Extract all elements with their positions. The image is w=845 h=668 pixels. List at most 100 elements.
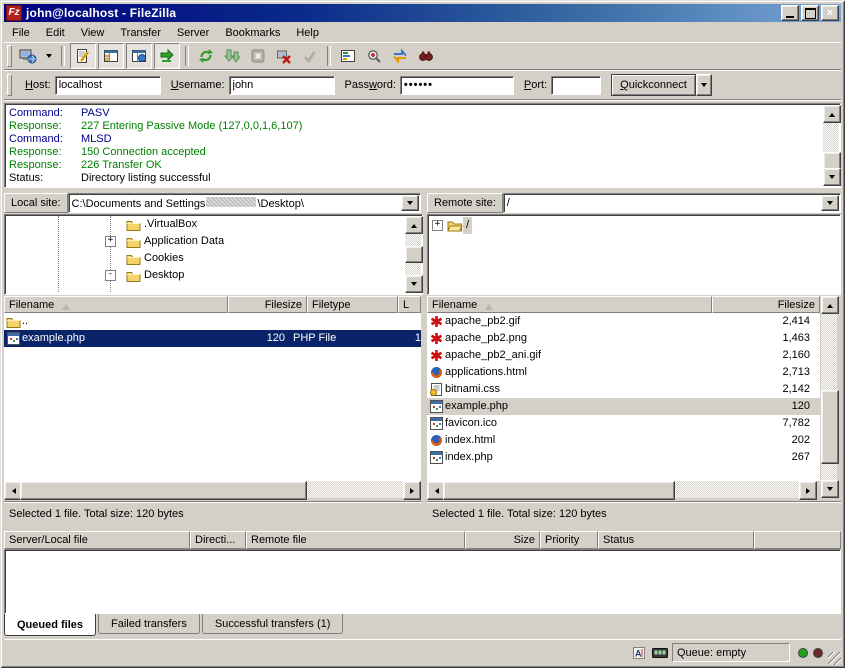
broken-image-icon [430, 315, 443, 328]
file-row-selected[interactable]: example.php 120 [427, 398, 820, 415]
column-header-filesize[interactable]: Filesize [228, 296, 307, 313]
maximize-button[interactable] [801, 5, 819, 21]
arrow-up-icon [411, 221, 417, 228]
folder-icon [6, 316, 21, 328]
file-row[interactable]: apache_pb2.png 1,463 [427, 330, 820, 347]
local-list-hscrollbar[interactable] [4, 481, 421, 498]
encoding-indicator-icon[interactable]: A [630, 645, 648, 661]
tree-item-desktop[interactable]: - Desktop [6, 267, 404, 284]
file-row[interactable]: bitnami.css 2,142 [427, 381, 820, 398]
app-icon[interactable]: Fz [6, 5, 22, 21]
scroll-right-button[interactable] [799, 481, 817, 500]
scroll-down-button[interactable] [823, 168, 841, 186]
column-header-direction[interactable]: Directi... [190, 531, 246, 549]
menu-view[interactable]: View [73, 25, 113, 41]
quickconnect-dropdown-button[interactable] [696, 74, 712, 96]
scroll-up-button[interactable] [823, 105, 841, 123]
column-header-filetype[interactable]: Filetype [307, 296, 398, 313]
column-header-status[interactable]: Status [598, 531, 754, 549]
status-bar: A Queue: empty [4, 639, 841, 665]
tree-item-virtualbox[interactable]: .VirtualBox [6, 216, 404, 233]
title-bar[interactable]: Fz john@localhost - FileZilla × [4, 4, 841, 22]
tab-failed-transfers[interactable]: Failed transfers [98, 614, 200, 634]
speed-limit-indicator-icon[interactable] [651, 645, 669, 661]
menu-bookmarks[interactable]: Bookmarks [217, 25, 288, 41]
scroll-thumb[interactable] [443, 481, 675, 500]
tree-item-application-data[interactable]: + Application Data [6, 233, 404, 250]
find-files-button[interactable] [414, 44, 438, 68]
site-manager-dropdown-button[interactable] [42, 44, 56, 68]
toolbar-grip[interactable] [7, 45, 12, 67]
menu-server[interactable]: Server [169, 25, 217, 41]
password-input[interactable] [400, 76, 514, 95]
quickconnect-grip[interactable] [7, 74, 12, 96]
remote-list-vscrollbar[interactable] [821, 296, 837, 498]
file-row[interactable]: applications.html 2,713 [427, 364, 820, 381]
scroll-up-button[interactable] [405, 216, 423, 234]
column-header-server-local-file[interactable]: Server/Local file [4, 531, 190, 549]
scroll-thumb[interactable] [405, 246, 423, 263]
tree-item-root[interactable]: + / [428, 217, 840, 234]
column-header-size[interactable]: Size [465, 531, 540, 549]
scroll-right-button[interactable] [403, 481, 421, 500]
disconnect-button[interactable] [272, 44, 296, 68]
file-row[interactable]: index.html 202 [427, 432, 820, 449]
column-header-remote-file[interactable]: Remote file [246, 531, 465, 549]
file-row[interactable]: index.php 267 [427, 449, 820, 466]
scroll-down-button[interactable] [821, 480, 839, 498]
synchronized-browsing-button[interactable] [388, 44, 412, 68]
remote-list-hscrollbar[interactable] [427, 481, 817, 498]
cancel-operation-button[interactable] [246, 44, 270, 68]
log-scrollbar[interactable] [823, 105, 839, 186]
scroll-up-button[interactable] [821, 296, 839, 314]
directory-listing-filters-button[interactable] [336, 44, 360, 68]
scroll-down-button[interactable] [405, 275, 423, 293]
resize-grip[interactable] [828, 652, 841, 665]
process-queue-button[interactable] [220, 44, 244, 68]
column-header-lastmodified[interactable]: L [398, 296, 421, 313]
host-input[interactable] [55, 76, 161, 95]
column-header-filesize[interactable]: Filesize [712, 296, 820, 313]
folder-icon [126, 270, 141, 282]
local-tree-scrollbar[interactable] [405, 216, 421, 293]
toggle-local-tree-button[interactable] [98, 43, 124, 69]
menu-transfer[interactable]: Transfer [112, 25, 169, 41]
close-button[interactable]: × [821, 5, 839, 21]
expand-icon[interactable]: + [105, 236, 116, 247]
file-row-selected[interactable]: example.php 120 PHP File 1 [4, 330, 421, 347]
menu-file[interactable]: File [4, 25, 38, 41]
column-header-priority[interactable]: Priority [540, 531, 598, 549]
quickconnect-button[interactable]: Quickconnect [611, 74, 696, 96]
tab-queued-files[interactable]: Queued files [4, 614, 96, 636]
file-row[interactable]: apache_pb2_ani.gif 2,160 [427, 347, 820, 364]
menu-edit[interactable]: Edit [38, 25, 73, 41]
file-row[interactable]: apache_pb2.gif 2,414 [427, 313, 820, 330]
site-manager-button[interactable] [16, 44, 40, 68]
file-row-parent[interactable]: .. [4, 313, 421, 330]
remote-site-combobox[interactable]: / [503, 193, 841, 213]
file-row[interactable]: favicon.ico 7,782 [427, 415, 820, 432]
port-input[interactable] [551, 76, 601, 95]
reconnect-button[interactable] [298, 44, 322, 68]
refresh-button[interactable] [194, 44, 218, 68]
toggle-transfer-queue-button[interactable] [154, 43, 180, 69]
collapse-icon[interactable]: - [105, 270, 116, 281]
directory-comparison-button[interactable] [362, 44, 386, 68]
username-input[interactable] [229, 76, 335, 95]
menu-help[interactable]: Help [288, 25, 327, 41]
tab-successful-transfers[interactable]: Successful transfers (1) [202, 614, 344, 634]
remote-site-dropdown-button[interactable] [821, 195, 839, 211]
local-pane-status: Selected 1 file. Total size: 120 bytes [4, 501, 422, 526]
transfer-queue-body[interactable] [4, 549, 841, 614]
local-site-combobox[interactable]: C:\Documents and Settings\Desktop\ [68, 193, 421, 213]
tree-item-cookies[interactable]: Cookies [6, 250, 404, 267]
expand-icon[interactable]: + [432, 220, 443, 231]
toggle-remote-tree-button[interactable] [126, 43, 152, 69]
toggle-message-log-button[interactable] [70, 43, 96, 69]
column-header-filename[interactable]: Filename [4, 296, 228, 313]
scroll-thumb[interactable] [20, 481, 307, 500]
scroll-thumb[interactable] [821, 390, 839, 464]
column-header-filename[interactable]: Filename [427, 296, 712, 313]
minimize-button[interactable] [781, 5, 799, 21]
local-site-dropdown-button[interactable] [401, 195, 419, 211]
